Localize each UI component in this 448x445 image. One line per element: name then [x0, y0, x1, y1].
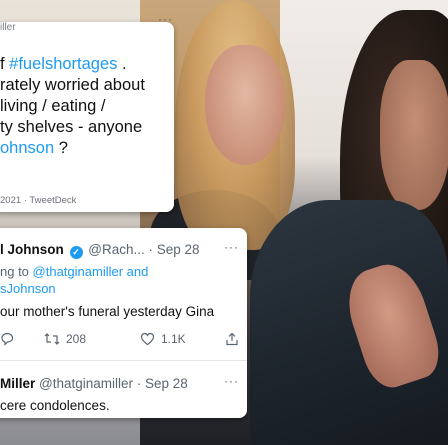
author-handle[interactable]: @Rach... · Sep 28	[88, 242, 199, 257]
mention-link[interactable]: sJohnson	[0, 281, 56, 296]
tweet-handle[interactable]: iller	[0, 22, 16, 33]
mention-link[interactable]: ohnson	[0, 139, 54, 157]
person-face-dark	[380, 60, 448, 210]
like-button[interactable]: 1.1K	[140, 332, 186, 346]
author-handle[interactable]: @thatginamiller · Sep 28	[39, 376, 188, 391]
tweet-text: cere condolences.	[0, 398, 110, 413]
reply-button[interactable]	[0, 332, 20, 346]
share-icon	[226, 332, 238, 346]
heart-icon	[140, 332, 155, 346]
share-button[interactable]	[225, 332, 245, 346]
tweet-text: our mother's funeral yesterday Gina	[0, 304, 215, 319]
more-options-icon[interactable]: ···	[158, 12, 173, 26]
more-options-icon[interactable]: ···	[224, 240, 239, 254]
tweet-actions: 208 1.1K	[0, 332, 248, 352]
mention-link[interactable]: @thatginamiller and	[33, 264, 149, 279]
more-options-icon[interactable]: ···	[224, 374, 239, 388]
reply-icon	[1, 332, 14, 346]
tweet-header: l Johnson ✓ @Rach... · Sep 28	[0, 242, 200, 259]
tweet-body: f #fuelshortages . rately worried about …	[0, 55, 145, 157]
tweet-header: Miller @thatginamiller · Sep 28	[0, 376, 188, 391]
verified-badge-icon: ✓	[69, 246, 83, 259]
retweet-icon	[44, 333, 60, 345]
author-name[interactable]: l Johnson	[0, 242, 64, 257]
retweet-button[interactable]: 208	[44, 332, 86, 346]
person-face-blonde	[205, 45, 285, 165]
replying-to: ng to @thatginamiller and sJohnson	[0, 264, 149, 296]
author-name[interactable]: Miller	[0, 376, 35, 391]
hashtag-link[interactable]: #fuelshortages	[9, 55, 117, 73]
tweet-meta: 2021 · TweetDeck	[0, 195, 77, 206]
tweet-divider	[0, 360, 247, 361]
